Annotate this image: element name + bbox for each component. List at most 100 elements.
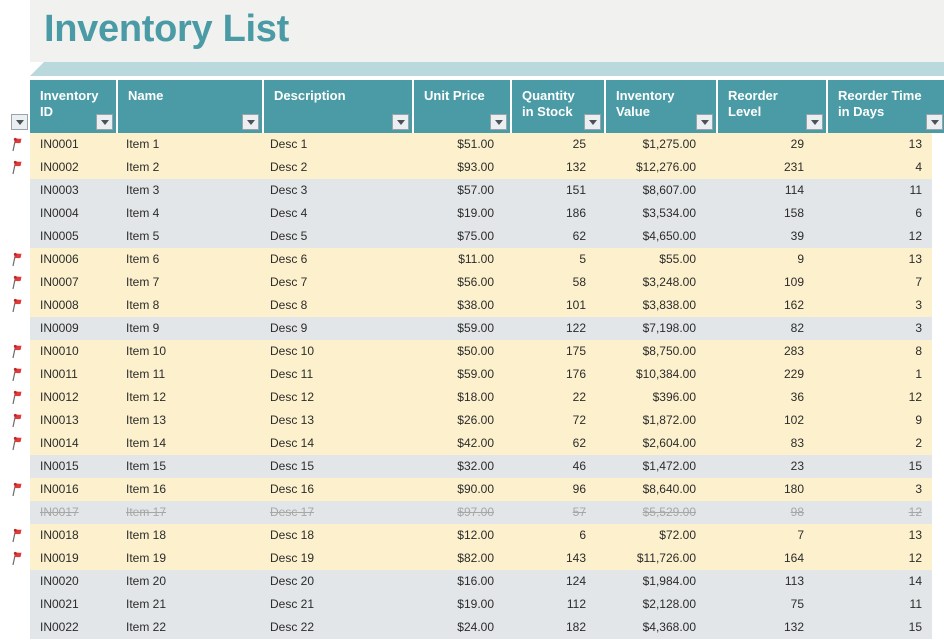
cell-unit-price[interactable]: $90.00 (408, 478, 504, 501)
cell-reorder-time-in-days[interactable]: 12 (814, 225, 932, 248)
chevron-down-icon[interactable] (242, 114, 259, 130)
cell-reorder-level[interactable]: 164 (706, 547, 814, 570)
cell-description[interactable]: Desc 17 (260, 501, 408, 524)
cell-reorder-level[interactable]: 231 (706, 156, 814, 179)
row-flag-marker[interactable] (0, 202, 30, 225)
cell-inventory-value[interactable]: $8,607.00 (596, 179, 706, 202)
cell-inventory-value[interactable]: $4,650.00 (596, 225, 706, 248)
column-header-inventory-id[interactable]: Inventory ID (30, 80, 116, 133)
cell-reorder-level[interactable]: 83 (706, 432, 814, 455)
cell-quantity-in-stock[interactable]: 122 (504, 317, 596, 340)
row-flag-marker[interactable] (0, 616, 30, 639)
cell-reorder-time-in-days[interactable]: 3 (814, 294, 932, 317)
cell-inventory-value[interactable]: $3,248.00 (596, 271, 706, 294)
cell-name[interactable]: Item 19 (116, 547, 260, 570)
cell-reorder-time-in-days[interactable]: 6 (814, 202, 932, 225)
cell-inventory-value[interactable]: $8,640.00 (596, 478, 706, 501)
cell-reorder-level[interactable]: 158 (706, 202, 814, 225)
cell-inventory-id[interactable]: IN0019 (30, 547, 116, 570)
cell-name[interactable]: Item 12 (116, 386, 260, 409)
column-header-reorder-level[interactable]: Reorder Level (718, 80, 826, 133)
table-row[interactable]: IN0006 Item 6 Desc 6 $11.00 5 $55.00 9 13 (0, 248, 944, 271)
cell-inventory-id[interactable]: IN0010 (30, 340, 116, 363)
cell-inventory-value[interactable]: $11,726.00 (596, 547, 706, 570)
cell-reorder-time-in-days[interactable]: 7 (814, 271, 932, 294)
column-header-reorder-time-in-days[interactable]: Reorder Time in Days (828, 80, 944, 133)
cell-description[interactable]: Desc 14 (260, 432, 408, 455)
cell-quantity-in-stock[interactable]: 182 (504, 616, 596, 639)
cell-quantity-in-stock[interactable]: 175 (504, 340, 596, 363)
cell-description[interactable]: Desc 1 (260, 133, 408, 156)
cell-inventory-id[interactable]: IN0005 (30, 225, 116, 248)
cell-name[interactable]: Item 3 (116, 179, 260, 202)
cell-quantity-in-stock[interactable]: 176 (504, 363, 596, 386)
cell-reorder-time-in-days[interactable]: 11 (814, 179, 932, 202)
cell-inventory-value[interactable]: $10,384.00 (596, 363, 706, 386)
cell-quantity-in-stock[interactable]: 143 (504, 547, 596, 570)
cell-description[interactable]: Desc 10 (260, 340, 408, 363)
cell-reorder-time-in-days[interactable]: 15 (814, 616, 932, 639)
cell-inventory-value[interactable]: $8,750.00 (596, 340, 706, 363)
cell-name[interactable]: Item 18 (116, 524, 260, 547)
cell-unit-price[interactable]: $38.00 (408, 294, 504, 317)
cell-inventory-value[interactable]: $4,368.00 (596, 616, 706, 639)
cell-name[interactable]: Item 22 (116, 616, 260, 639)
row-flag-marker[interactable] (0, 593, 30, 616)
cell-quantity-in-stock[interactable]: 112 (504, 593, 596, 616)
cell-reorder-level[interactable]: 7 (706, 524, 814, 547)
cell-inventory-id[interactable]: IN0007 (30, 271, 116, 294)
table-row[interactable]: IN0010 Item 10 Desc 10 $50.00 175 $8,750.00 28… (0, 340, 944, 363)
row-flag-marker[interactable] (0, 386, 30, 409)
table-row[interactable]: IN0007 Item 7 Desc 7 $56.00 58 $3,248.00 109 7 (0, 271, 944, 294)
cell-inventory-value[interactable]: $2,604.00 (596, 432, 706, 455)
cell-reorder-time-in-days[interactable]: 3 (814, 478, 932, 501)
cell-description[interactable]: Desc 21 (260, 593, 408, 616)
cell-description[interactable]: Desc 2 (260, 156, 408, 179)
cell-description[interactable]: Desc 18 (260, 524, 408, 547)
cell-unit-price[interactable]: $59.00 (408, 363, 504, 386)
table-row[interactable]: IN0008 Item 8 Desc 8 $38.00 101 $3,838.00 162 3 (0, 294, 944, 317)
cell-quantity-in-stock[interactable]: 124 (504, 570, 596, 593)
chevron-down-icon[interactable] (11, 114, 28, 130)
cell-reorder-level[interactable]: 102 (706, 409, 814, 432)
table-row[interactable]: IN0005 Item 5 Desc 5 $75.00 62 $4,650.00 39 12 (0, 225, 944, 248)
table-row[interactable]: IN0009 Item 9 Desc 9 $59.00 122 $7,198.00 82 3 (0, 317, 944, 340)
cell-inventory-id[interactable]: IN0003 (30, 179, 116, 202)
cell-name[interactable]: Item 4 (116, 202, 260, 225)
cell-reorder-time-in-days[interactable]: 9 (814, 409, 932, 432)
chevron-down-icon[interactable] (806, 114, 823, 130)
table-row[interactable]: IN0001 Item 1 Desc 1 $51.00 25 $1,275.00 29 13 (0, 133, 944, 156)
chevron-down-icon[interactable] (696, 114, 713, 130)
cell-inventory-id[interactable]: IN0012 (30, 386, 116, 409)
table-row[interactable]: IN0003 Item 3 Desc 3 $57.00 151 $8,607.00 114 1… (0, 179, 944, 202)
cell-reorder-time-in-days[interactable]: 13 (814, 133, 932, 156)
chevron-down-icon[interactable] (392, 114, 409, 130)
cell-inventory-value[interactable]: $1,275.00 (596, 133, 706, 156)
cell-description[interactable]: Desc 7 (260, 271, 408, 294)
cell-unit-price[interactable]: $51.00 (408, 133, 504, 156)
cell-unit-price[interactable]: $16.00 (408, 570, 504, 593)
row-flag-marker[interactable] (0, 478, 30, 501)
cell-inventory-value[interactable]: $3,534.00 (596, 202, 706, 225)
cell-inventory-id[interactable]: IN0022 (30, 616, 116, 639)
chevron-down-icon[interactable] (96, 114, 113, 130)
cell-quantity-in-stock[interactable]: 5 (504, 248, 596, 271)
chevron-down-icon[interactable] (584, 114, 601, 130)
table-row[interactable]: IN0015 Item 15 Desc 15 $32.00 46 $1,472.00 23 1… (0, 455, 944, 478)
cell-description[interactable]: Desc 6 (260, 248, 408, 271)
cell-name[interactable]: Item 16 (116, 478, 260, 501)
cell-quantity-in-stock[interactable]: 72 (504, 409, 596, 432)
cell-reorder-level[interactable]: 75 (706, 593, 814, 616)
table-row[interactable]: IN0013 Item 13 Desc 13 $26.00 72 $1,872.00 102… (0, 409, 944, 432)
cell-inventory-id[interactable]: IN0013 (30, 409, 116, 432)
cell-inventory-value[interactable]: $1,984.00 (596, 570, 706, 593)
cell-name[interactable]: Item 14 (116, 432, 260, 455)
cell-reorder-time-in-days[interactable]: 2 (814, 432, 932, 455)
cell-name[interactable]: Item 20 (116, 570, 260, 593)
cell-description[interactable]: Desc 3 (260, 179, 408, 202)
cell-reorder-time-in-days[interactable]: 13 (814, 248, 932, 271)
cell-reorder-time-in-days[interactable]: 12 (814, 501, 932, 524)
chevron-down-icon[interactable] (926, 114, 943, 130)
cell-inventory-id[interactable]: IN0015 (30, 455, 116, 478)
cell-reorder-level[interactable]: 98 (706, 501, 814, 524)
